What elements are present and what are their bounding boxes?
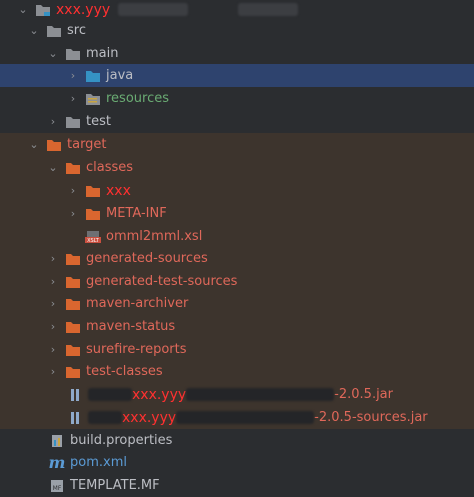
tree-label: omml2mml.xsl — [106, 229, 203, 244]
tree-label: test — [86, 114, 111, 129]
tree-row-jar[interactable]: xxx.yyy -2.0.5.jar — [0, 383, 474, 406]
excluded-folder-icon — [84, 206, 102, 222]
chevron-right-icon[interactable]: › — [46, 320, 60, 334]
redacted-text — [88, 388, 132, 401]
properties-file-icon — [48, 433, 66, 449]
tree-label: maven-archiver — [86, 296, 189, 311]
redacted-text — [88, 411, 122, 424]
tree-row-build-properties[interactable]: build.properties — [0, 429, 474, 452]
excluded-folder-icon — [64, 319, 82, 335]
manifest-file-icon: MF — [48, 478, 66, 494]
tree-label: src — [67, 23, 86, 38]
tree-row-generated-sources[interactable]: › generated-sources — [0, 247, 474, 270]
jar-name-prefix: xxx.yyy — [132, 386, 187, 403]
tree-label: test-classes — [86, 364, 163, 379]
redacted-text — [176, 411, 315, 424]
xslt-file-icon: XSLT — [84, 229, 102, 245]
tree-row-meta-inf[interactable]: › META-INF — [0, 202, 474, 225]
chevron-right-icon[interactable]: › — [46, 365, 60, 379]
excluded-folder-icon — [84, 183, 102, 199]
tree-row-package[interactable]: › xxx — [0, 179, 474, 202]
maven-m-glyph: m — [48, 453, 66, 472]
tree-row-generated-test-sources[interactable]: › generated-test-sources — [0, 270, 474, 293]
jar-file-icon — [66, 410, 84, 426]
chevron-right-icon[interactable]: › — [46, 252, 60, 266]
tree-label: TEMPLATE.MF — [70, 478, 160, 493]
tree-label: main — [86, 46, 119, 61]
tree-row-maven-archiver[interactable]: › maven-archiver — [0, 292, 474, 315]
tree-label: generated-test-sources — [86, 274, 238, 289]
module-folder-icon — [34, 2, 52, 18]
tree-row-src[interactable]: ⌄ src — [0, 19, 474, 42]
project-tree: ⌄ xxx.yyy ⌄ src ⌄ main › java › resource… — [0, 0, 474, 493]
chevron-right-icon[interactable]: › — [46, 275, 60, 289]
tree-row-test[interactable]: › test — [0, 110, 474, 133]
tree-label: pom.xml — [70, 455, 127, 470]
tree-label: java — [106, 68, 134, 83]
chevron-right-icon[interactable]: › — [46, 115, 60, 129]
chevron-down-icon[interactable]: ⌄ — [46, 161, 60, 175]
tree-label: META-INF — [106, 206, 167, 221]
tree-row-root[interactable]: ⌄ xxx.yyy — [0, 0, 474, 21]
tree-row-template-mf[interactable]: MF TEMPLATE.MF — [0, 474, 474, 497]
source-folder-icon — [84, 68, 102, 84]
excluded-folder-icon — [64, 296, 82, 312]
tree-label: maven-status — [86, 319, 176, 334]
tree-row-test-classes[interactable]: › test-classes — [0, 360, 474, 383]
chevron-down-icon[interactable]: ⌄ — [27, 24, 41, 38]
tree-row-resources[interactable]: › resources — [0, 87, 474, 110]
folder-icon — [64, 46, 82, 62]
excluded-folder-icon — [64, 160, 82, 176]
chevron-right-icon[interactable]: › — [66, 184, 80, 198]
tree-label: target — [67, 137, 107, 152]
tree-row-java[interactable]: › java — [0, 64, 474, 87]
chevron-down-icon[interactable]: ⌄ — [27, 138, 41, 152]
tree-label: xxx — [106, 182, 131, 199]
excluded-folder-icon — [64, 342, 82, 358]
chevron-right-icon[interactable]: › — [66, 69, 80, 83]
chevron-right-icon[interactable]: › — [66, 92, 80, 106]
excluded-folder-icon — [64, 274, 82, 290]
jar-name-suffix: -2.0.5.jar — [334, 387, 393, 402]
tree-label: build.properties — [70, 433, 173, 448]
chevron-down-icon[interactable]: ⌄ — [46, 47, 60, 61]
chevron-right-icon[interactable]: › — [46, 343, 60, 357]
resources-folder-icon — [84, 91, 102, 107]
tree-row-classes[interactable]: ⌄ classes — [0, 156, 474, 179]
jar-file-icon — [66, 387, 84, 403]
tree-label: generated-sources — [86, 251, 208, 266]
tree-label: classes — [86, 160, 134, 175]
chevron-right-icon[interactable]: › — [46, 297, 60, 311]
folder-icon — [45, 23, 63, 39]
excluded-folder-icon — [64, 251, 82, 267]
tree-row-xsl-file[interactable]: XSLT omml2mml.xsl — [0, 225, 474, 248]
manifest-icon-text: MF — [53, 485, 62, 492]
redacted-text — [186, 388, 335, 401]
tree-row-surefire-reports[interactable]: › surefire-reports — [0, 338, 474, 361]
maven-pom-icon: m — [48, 453, 66, 472]
excluded-folder-icon — [45, 137, 63, 153]
folder-icon — [64, 114, 82, 130]
tree-label: resources — [106, 91, 170, 106]
redacted-text — [118, 3, 189, 16]
tree-row-main[interactable]: ⌄ main — [0, 42, 474, 65]
xslt-icon-text: XSLT — [87, 238, 100, 244]
root-label: xxx.yyy — [56, 1, 111, 18]
tree-row-target[interactable]: ⌄ target — [0, 133, 474, 156]
excluded-folder-icon — [64, 364, 82, 380]
tree-row-pom[interactable]: m pom.xml — [0, 451, 474, 474]
chevron-down-icon[interactable]: ⌄ — [16, 3, 30, 17]
tree-label: surefire-reports — [86, 342, 187, 357]
tree-row-sources-jar[interactable]: xxx.yyy -2.0.5-sources.jar — [0, 406, 474, 429]
jar-name-prefix: xxx.yyy — [122, 409, 177, 426]
jar-name-suffix: -2.0.5-sources.jar — [314, 410, 428, 425]
tree-row-maven-status[interactable]: › maven-status — [0, 315, 474, 338]
redacted-text — [238, 3, 299, 16]
chevron-right-icon[interactable]: › — [66, 207, 80, 221]
